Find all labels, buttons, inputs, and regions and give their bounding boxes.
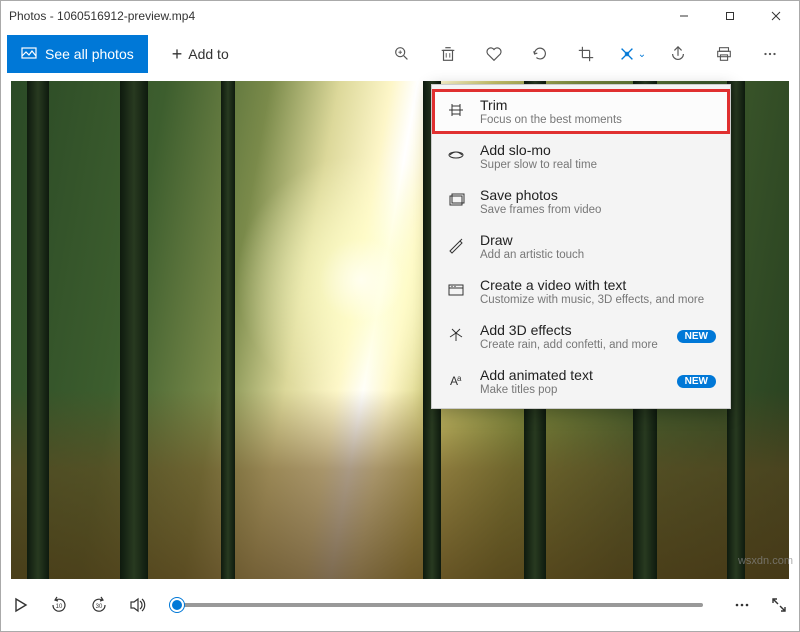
fullscreen-button[interactable] bbox=[771, 597, 787, 613]
edit-dropdown-menu: TrimFocus on the best moments Add slo-mo… bbox=[431, 84, 731, 409]
playback-bar: 10 30 bbox=[1, 579, 799, 631]
menu-subtitle: Make titles pop bbox=[480, 384, 663, 396]
slomo-icon bbox=[446, 145, 466, 165]
share-button[interactable] bbox=[655, 31, 701, 77]
zoom-button[interactable] bbox=[379, 31, 425, 77]
video-text-icon bbox=[446, 280, 466, 300]
more-button[interactable] bbox=[747, 31, 793, 77]
minimize-button[interactable] bbox=[661, 1, 707, 31]
delete-button[interactable] bbox=[425, 31, 471, 77]
menu-title: Add 3D effects bbox=[480, 322, 663, 338]
menu-subtitle: Add an artistic touch bbox=[480, 249, 716, 261]
svg-text:30: 30 bbox=[96, 604, 103, 610]
save-photos-icon bbox=[446, 190, 466, 210]
menu-item-3d-effects[interactable]: Add 3D effectsCreate rain, add confetti,… bbox=[432, 314, 730, 359]
seek-thumb[interactable] bbox=[170, 598, 184, 612]
menu-item-animated-text[interactable]: Aa Add animated textMake titles pop NEW bbox=[432, 359, 730, 404]
animated-text-icon: Aa bbox=[446, 370, 466, 390]
menu-title: Trim bbox=[480, 97, 716, 113]
new-badge: NEW bbox=[677, 330, 716, 343]
add-to-button[interactable]: + Add to bbox=[158, 35, 243, 73]
svg-text:a: a bbox=[457, 374, 462, 383]
menu-subtitle: Focus on the best moments bbox=[480, 114, 716, 126]
watermark: wsxdn.com bbox=[738, 555, 793, 567]
skip-back-button[interactable]: 10 bbox=[49, 595, 69, 615]
play-button[interactable] bbox=[13, 597, 29, 613]
app-window: Photos - 1060516912-preview.mp4 See all … bbox=[0, 0, 800, 632]
menu-item-draw[interactable]: DrawAdd an artistic touch bbox=[432, 224, 730, 269]
menu-subtitle: Super slow to real time bbox=[480, 159, 716, 171]
print-button[interactable] bbox=[701, 31, 747, 77]
crop-button[interactable] bbox=[563, 31, 609, 77]
maximize-button[interactable] bbox=[707, 1, 753, 31]
titlebar: Photos - 1060516912-preview.mp4 bbox=[1, 1, 799, 31]
see-all-photos-label: See all photos bbox=[45, 46, 134, 62]
edit-create-button[interactable]: ⌄ bbox=[609, 31, 655, 77]
rotate-button[interactable] bbox=[517, 31, 563, 77]
volume-button[interactable] bbox=[129, 596, 147, 614]
seek-slider[interactable] bbox=[177, 603, 703, 607]
effects-3d-icon bbox=[446, 325, 466, 345]
photos-icon bbox=[21, 45, 37, 64]
plus-icon: + bbox=[172, 44, 183, 65]
menu-subtitle: Customize with music, 3D effects, and mo… bbox=[480, 294, 716, 306]
new-badge: NEW bbox=[677, 375, 716, 388]
menu-title: Add animated text bbox=[480, 367, 663, 383]
close-button[interactable] bbox=[753, 1, 799, 31]
trim-icon bbox=[446, 100, 466, 120]
menu-title: Add slo-mo bbox=[480, 142, 716, 158]
favorite-button[interactable] bbox=[471, 31, 517, 77]
draw-icon bbox=[446, 235, 466, 255]
menu-title: Draw bbox=[480, 232, 716, 248]
menu-subtitle: Save frames from video bbox=[480, 204, 716, 216]
playbar-more-button[interactable] bbox=[733, 596, 751, 614]
chevron-down-icon: ⌄ bbox=[638, 49, 646, 60]
menu-subtitle: Create rain, add confetti, and more bbox=[480, 339, 663, 351]
toolbar: See all photos + Add to ⌄ bbox=[1, 31, 799, 77]
menu-title: Save photos bbox=[480, 187, 716, 203]
window-title: Photos - 1060516912-preview.mp4 bbox=[9, 9, 661, 23]
menu-item-slomo[interactable]: Add slo-moSuper slow to real time bbox=[432, 134, 730, 179]
menu-item-trim[interactable]: TrimFocus on the best moments bbox=[432, 89, 730, 134]
skip-forward-button[interactable]: 30 bbox=[89, 595, 109, 615]
add-to-label: Add to bbox=[188, 46, 228, 62]
see-all-photos-button[interactable]: See all photos bbox=[7, 35, 148, 73]
menu-item-video-text[interactable]: Create a video with textCustomize with m… bbox=[432, 269, 730, 314]
menu-item-save-photos[interactable]: Save photosSave frames from video bbox=[432, 179, 730, 224]
svg-text:10: 10 bbox=[56, 604, 63, 610]
menu-title: Create a video with text bbox=[480, 277, 716, 293]
